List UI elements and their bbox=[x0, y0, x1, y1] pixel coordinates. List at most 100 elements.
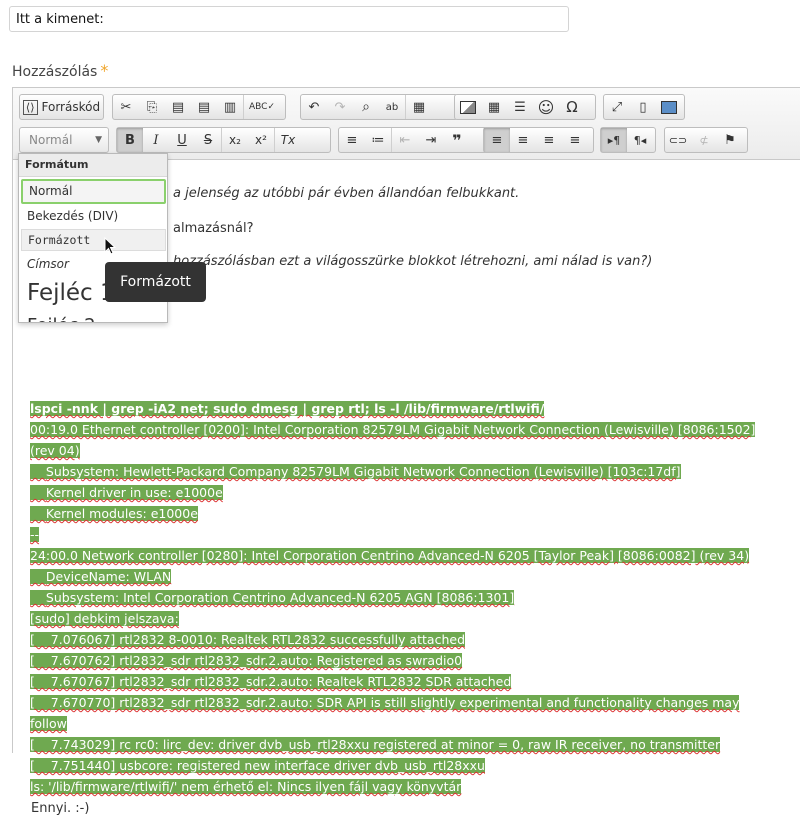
show-blocks-button[interactable]: ▯ bbox=[630, 95, 656, 119]
underline-button[interactable]: U bbox=[169, 128, 195, 152]
select-all-icon: ▦ bbox=[412, 99, 426, 115]
table-icon: ▦ bbox=[487, 99, 501, 115]
code-line: follow bbox=[30, 713, 790, 734]
ending-text: Ennyi. :-) bbox=[31, 801, 90, 816]
find-button[interactable]: ⌕ bbox=[353, 95, 379, 119]
code-line-text: Kernel driver in use: e1000e bbox=[30, 485, 223, 500]
paste-text-button[interactable]: ▤ bbox=[191, 95, 217, 119]
replace-button[interactable]: ab bbox=[379, 95, 405, 119]
copy-button[interactable]: ⎘ bbox=[139, 95, 165, 119]
superscript-button[interactable]: x² bbox=[248, 128, 274, 152]
rtl-button[interactable]: ¶◂ bbox=[627, 128, 653, 152]
code-line-text: lspci -nnk | grep -iA2 net; sudo dmesg |… bbox=[30, 401, 545, 416]
horizontal-rule-icon: ☰ bbox=[514, 99, 526, 115]
format-item-normal[interactable]: Normál bbox=[21, 179, 166, 204]
cut-icon: ✂ bbox=[120, 99, 132, 115]
mouse-cursor-icon bbox=[104, 237, 117, 255]
code-line-text: [ 7.743029] rc rc0: lirc_dev: driver dvb… bbox=[30, 737, 721, 752]
format-dropdown-title: Formátum bbox=[19, 154, 167, 177]
code-line-text: 00:19.0 Ethernet controller [0200]: Inte… bbox=[30, 422, 756, 437]
remove-format-icon: Tx bbox=[280, 133, 296, 147]
format-item-label: Címsor bbox=[27, 257, 69, 271]
format-combo-value: Normál bbox=[29, 133, 73, 147]
code-line-text: Subsystem: Intel Corporation Centrino Ad… bbox=[30, 590, 515, 605]
redo-button[interactable]: ↷ bbox=[327, 95, 353, 119]
numbered-list-button[interactable]: ≡ bbox=[339, 128, 365, 152]
unlink-icon: ⊄ bbox=[699, 133, 709, 147]
outdent-icon: ⇤ bbox=[399, 132, 411, 148]
undo-button[interactable]: ↶ bbox=[301, 95, 327, 119]
strike-button[interactable]: S bbox=[195, 128, 221, 152]
outdent-button[interactable]: ⇤ bbox=[392, 128, 418, 152]
edit-group: ↶ ↷ ⌕ ab ▦ bbox=[300, 94, 458, 120]
format-item-pre[interactable]: Formázott bbox=[21, 229, 166, 251]
ltr-button[interactable]: ▸¶ bbox=[601, 128, 627, 152]
code-line: DeviceName: WLAN bbox=[30, 566, 790, 587]
source-button-label: Forráskód bbox=[41, 100, 101, 114]
paragraph-1: a jelenség az utóbbi pár évben állandóan… bbox=[173, 186, 520, 201]
format-combo[interactable]: Normál ▼ bbox=[19, 127, 109, 153]
justify-button[interactable]: ≡ bbox=[562, 128, 588, 152]
code-line: 00:19.0 Ethernet controller [0200]: Inte… bbox=[30, 419, 790, 440]
italic-button[interactable]: I bbox=[143, 128, 169, 152]
subscript-icon: x₂ bbox=[229, 133, 241, 147]
code-line-text: [ 7.751440] usbcore: registered new inte… bbox=[30, 758, 485, 773]
link-button[interactable]: ⊂⊃ bbox=[665, 128, 691, 152]
output-text-field[interactable]: Itt a kimenet: bbox=[9, 6, 569, 32]
omega-icon: Ω bbox=[566, 98, 578, 116]
format-item-label: Fejléc 1 bbox=[27, 280, 115, 306]
comment-label: Hozzászólás * bbox=[12, 61, 108, 80]
code-line: [ 7.076067] rtl2832 8-0010: Realtek RTL2… bbox=[30, 629, 790, 650]
paste-button[interactable]: ▤ bbox=[165, 95, 191, 119]
code-line-text: follow bbox=[30, 716, 67, 731]
maximize-button[interactable]: ⤢ bbox=[604, 95, 630, 119]
smiley-button[interactable]: ☺ bbox=[533, 95, 559, 119]
table-button[interactable]: ▦ bbox=[481, 95, 507, 119]
align-right-button[interactable]: ≡ bbox=[536, 128, 562, 152]
indent-button[interactable]: ⇥ bbox=[418, 128, 444, 152]
preview-button[interactable] bbox=[656, 95, 682, 119]
show-blocks-icon: ▯ bbox=[639, 99, 647, 115]
select-all-button[interactable]: ▦ bbox=[406, 95, 432, 119]
align-center-button[interactable]: ≡ bbox=[510, 128, 536, 152]
code-line-text: [ 7.670762] rtl2832_sdr rtl2832_sdr.2.au… bbox=[30, 653, 463, 668]
list-group: ≡ ≔ ⇤ ⇥ ❞ bbox=[338, 127, 488, 153]
blockquote-button[interactable]: ❞ bbox=[444, 128, 470, 152]
source-group: ⟨⟩ Forráskód bbox=[19, 94, 104, 120]
align-left-button[interactable]: ≡ bbox=[484, 128, 510, 152]
source-button[interactable]: ⟨⟩ Forráskód bbox=[20, 95, 103, 119]
code-line: Kernel modules: e1000e bbox=[30, 503, 790, 524]
format-item-label: Fejléc 2 bbox=[27, 315, 96, 322]
horizontal-rule-button[interactable]: ☰ bbox=[507, 95, 533, 119]
smiley-icon: ☺ bbox=[537, 97, 555, 117]
remove-format-button[interactable]: Tx bbox=[275, 128, 301, 152]
anchor-button[interactable]: ⚑ bbox=[717, 128, 743, 152]
code-line-text: Kernel modules: e1000e bbox=[30, 506, 198, 521]
cut-button[interactable]: ✂ bbox=[113, 95, 139, 119]
code-line-text: Subsystem: Hewlett-Packard Company 82579… bbox=[30, 464, 681, 479]
paste-word-icon: ▥ bbox=[223, 99, 237, 115]
spellcheck-button[interactable]: ABC✓ bbox=[244, 95, 280, 119]
copy-icon: ⎘ bbox=[146, 99, 158, 115]
paste-word-button[interactable]: ▥ bbox=[217, 95, 243, 119]
undo-icon: ↶ bbox=[308, 99, 320, 115]
align-right-icon: ≡ bbox=[543, 132, 555, 148]
replace-icon: ab bbox=[385, 101, 399, 113]
paste-icon: ▤ bbox=[171, 99, 185, 115]
paste-text-icon: ▤ bbox=[197, 99, 211, 115]
bulleted-list-button[interactable]: ≔ bbox=[365, 128, 391, 152]
format-item-div[interactable]: Bekezdés (DIV) bbox=[21, 205, 166, 227]
special-char-button[interactable]: Ω bbox=[559, 95, 585, 119]
format-item-label: Normál bbox=[29, 184, 73, 198]
underline-icon: U bbox=[177, 132, 187, 148]
justify-icon: ≡ bbox=[569, 132, 581, 148]
subscript-button[interactable]: x₂ bbox=[222, 128, 248, 152]
code-line: lspci -nnk | grep -iA2 net; sudo dmesg |… bbox=[30, 398, 790, 419]
code-line-text: [ 7.670767] rtl2832_sdr rtl2832_sdr.2.au… bbox=[30, 674, 512, 689]
format-item-h2[interactable]: Fejléc 2 bbox=[21, 312, 166, 322]
maximize-icon: ⤢ bbox=[611, 99, 623, 115]
image-button[interactable] bbox=[455, 95, 481, 119]
code-line: [sudo] debkim jelszava: bbox=[30, 608, 790, 629]
unlink-button[interactable]: ⊄ bbox=[691, 128, 717, 152]
bold-button[interactable]: B bbox=[117, 128, 143, 152]
